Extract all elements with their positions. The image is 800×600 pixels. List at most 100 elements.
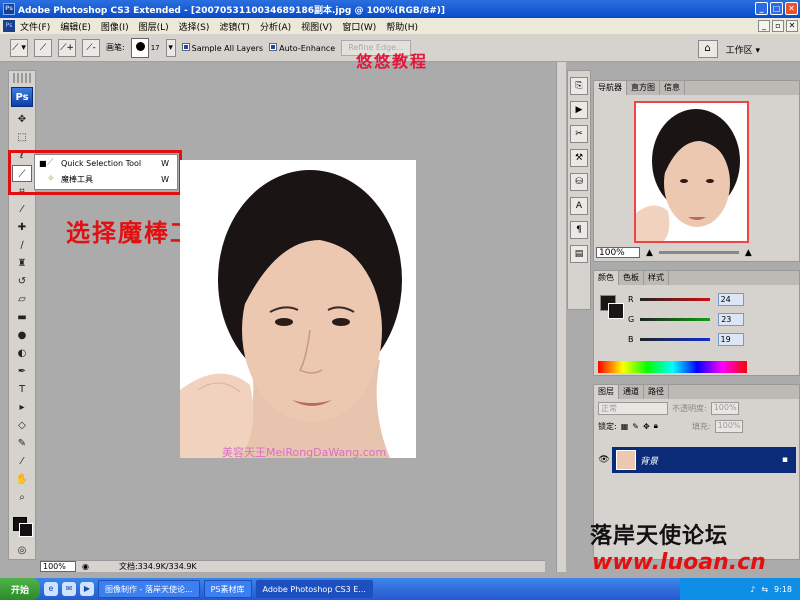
task-browser[interactable]: 图像制作 - 落岸天使论... [98, 580, 200, 598]
channel-g-value[interactable]: 23 [718, 312, 745, 326]
tab-color[interactable]: 颜色 [594, 271, 619, 285]
doc-close-button[interactable]: ✕ [786, 20, 798, 32]
tool-presets-icon[interactable]: ✂ [570, 125, 588, 143]
zoom-in-icon[interactable]: ▲ [745, 248, 752, 258]
clone-source-icon[interactable]: ⛁ [570, 173, 588, 191]
tab-channels[interactable]: 通道 [619, 385, 644, 399]
outlook-icon[interactable]: ✉ [62, 582, 76, 596]
photoshop-logo[interactable]: Ps [11, 87, 33, 107]
auto-enhance-checkbox[interactable]: Auto-Enhance [269, 42, 335, 53]
volume-icon[interactable]: ♪ [750, 585, 755, 594]
move-tool-icon[interactable]: ✥ [12, 111, 32, 128]
task-photoshop[interactable]: Adobe Photoshop CS3 E... [255, 580, 373, 598]
internet-explorer-icon[interactable]: e [44, 582, 58, 596]
layer-comps-icon[interactable]: ▤ [570, 245, 588, 263]
eraser-tool-icon[interactable]: ▱ [12, 291, 32, 308]
brush-tool-icon[interactable]: ∕ [12, 237, 32, 254]
maximize-button[interactable]: □ [770, 2, 783, 15]
close-button[interactable]: ✕ [785, 2, 798, 15]
tab-layers[interactable]: 图层 [594, 385, 619, 399]
task-folder[interactable]: PS素材库 [203, 580, 252, 598]
flyout-quick-selection[interactable]: ■ ⟋ Quick Selection Tool W [35, 155, 177, 171]
tool-preset-picker[interactable]: ⟋ ▾ [10, 38, 28, 57]
doc-minimize-button[interactable]: _ [758, 20, 770, 32]
layer-visibility-eye-icon[interactable]: 👁︎ [596, 447, 612, 473]
menu-image[interactable]: 图像(I) [101, 20, 129, 33]
blend-mode-select[interactable]: 正常 [598, 401, 668, 415]
bridge-icon[interactable]: ⌂ [697, 40, 718, 58]
fill-field[interactable]: 100% [714, 419, 743, 433]
menu-edit[interactable]: 编辑(E) [60, 20, 91, 33]
paragraph-panel-icon[interactable]: ¶ [570, 221, 588, 239]
tab-swatches[interactable]: 色板 [619, 271, 644, 285]
navigator-zoom-field[interactable]: 100% [596, 247, 640, 258]
brush-picker[interactable] [130, 37, 149, 58]
history-panel-icon[interactable]: ⎘ [570, 77, 588, 95]
add-to-selection-icon[interactable]: ⟋+ [58, 38, 76, 57]
minimize-button[interactable]: _ [755, 2, 768, 15]
toolbox-grip[interactable] [13, 73, 31, 83]
zoom-out-icon[interactable]: ▲ [646, 248, 653, 258]
channel-r-value[interactable]: 24 [717, 292, 744, 306]
lock-pixels-icon[interactable]: ✎ [632, 422, 639, 431]
menu-filter[interactable]: 滤镜(T) [219, 20, 250, 33]
vertical-scrollbar[interactable] [556, 62, 566, 572]
status-menu-icon[interactable]: ◉ [82, 562, 89, 571]
start-button[interactable]: 开始 [0, 578, 40, 600]
channel-b-value[interactable]: 19 [717, 332, 744, 346]
path-selection-icon[interactable]: ▸ [12, 399, 32, 416]
notes-tool-icon[interactable]: ✎ [12, 435, 32, 452]
menu-layer[interactable]: 图层(L) [139, 20, 169, 33]
menu-file[interactable]: 文件(F) [20, 20, 50, 33]
navigator-thumbnail[interactable] [634, 101, 749, 243]
type-tool-icon[interactable]: T [12, 381, 32, 398]
tab-info[interactable]: 信息 [660, 81, 685, 95]
tab-navigator[interactable]: 导航器 [594, 81, 627, 95]
eyedropper-tool-icon[interactable]: ⁄ [12, 453, 32, 470]
subtract-from-selection-icon[interactable]: ⟋- [82, 38, 100, 57]
menu-analysis[interactable]: 分析(A) [260, 20, 291, 33]
menu-select[interactable]: 选择(S) [179, 20, 210, 33]
document-icon[interactable]: Ps [3, 20, 15, 32]
zoom-tool-icon[interactable]: ⌕ [12, 489, 32, 506]
layer-background-row[interactable]: 👁︎ 背景 ▪ [596, 447, 796, 473]
channel-r-slider[interactable] [639, 297, 710, 301]
brush-dropdown-icon[interactable]: ▾ [165, 38, 176, 57]
history-brush-icon[interactable]: ↺ [12, 273, 32, 290]
shape-tool-icon[interactable]: ◇ [12, 417, 32, 434]
quick-mask-icon[interactable]: ◎ [12, 542, 32, 559]
marquee-tool-icon[interactable]: ⬚ [12, 129, 32, 146]
network-icon[interactable]: ⇆ [761, 585, 768, 594]
tab-paths[interactable]: 路径 [644, 385, 669, 399]
lock-position-icon[interactable]: ✥ [643, 422, 650, 431]
blur-tool-icon[interactable]: ● [12, 327, 32, 344]
hand-tool-icon[interactable]: ✋ [12, 471, 32, 488]
channel-b-slider[interactable] [639, 337, 710, 341]
sample-all-layers-checkbox[interactable]: Sample All Layers [181, 42, 263, 53]
pen-tool-icon[interactable]: ✒ [12, 363, 32, 380]
flyout-magic-wand[interactable]: ✧ 魔棒工具 W [35, 171, 177, 187]
menu-help[interactable]: 帮助(H) [386, 20, 418, 33]
tab-styles[interactable]: 样式 [644, 271, 669, 285]
brushes-panel-icon[interactable]: ⚒ [570, 149, 588, 167]
lock-all-icon[interactable]: 🔒︎ [654, 421, 658, 431]
gradient-tool-icon[interactable]: ▬ [12, 309, 32, 326]
color-spectrum-bar[interactable] [598, 361, 747, 373]
tab-histogram[interactable]: 直方图 [627, 81, 660, 95]
slice-tool-icon[interactable]: ⁄ [12, 201, 32, 218]
actions-panel-icon[interactable]: ▶ [570, 101, 588, 119]
clone-stamp-icon[interactable]: ♜ [12, 255, 32, 272]
menu-view[interactable]: 视图(V) [301, 20, 332, 33]
document-canvas[interactable] [180, 160, 416, 458]
doc-restore-button[interactable]: ▫ [772, 20, 784, 32]
healing-brush-icon[interactable]: ✚ [12, 219, 32, 236]
background-color-swatch[interactable] [19, 523, 33, 537]
character-panel-icon[interactable]: A [570, 197, 588, 215]
lock-transparency-icon[interactable]: ▦ [621, 422, 629, 431]
channel-g-slider[interactable] [640, 317, 711, 321]
new-selection-icon[interactable]: ⟋ [34, 38, 52, 57]
media-player-icon[interactable]: ▶ [80, 582, 94, 596]
dodge-tool-icon[interactable]: ◐ [12, 345, 32, 362]
zoom-level-field[interactable]: 100% [40, 561, 76, 572]
navigator-zoom-slider[interactable] [658, 251, 739, 254]
